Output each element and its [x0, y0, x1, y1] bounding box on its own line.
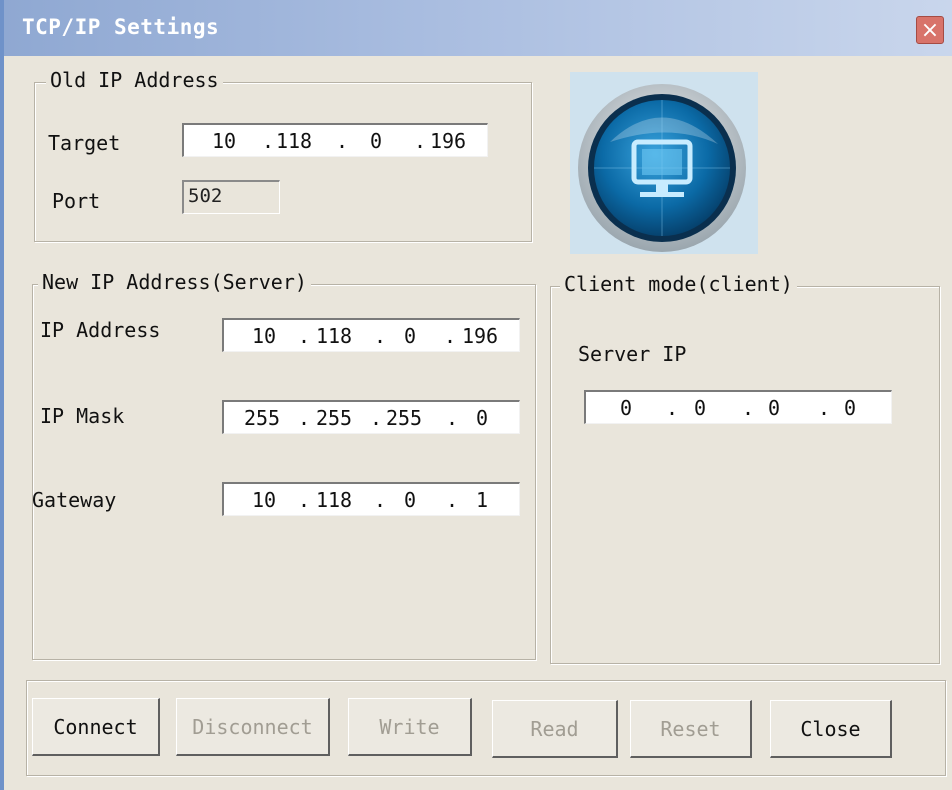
ip-separator: . [446, 406, 459, 430]
ip-mask-field[interactable]: 255 . 255 . 255 . 0 [222, 400, 520, 434]
network-monitor-icon [570, 72, 758, 254]
ip-separator: . [298, 324, 311, 348]
ip-octet: 10 [251, 488, 277, 512]
ip-octet: 0 [369, 129, 383, 153]
ip-octet: 0 [475, 406, 489, 430]
close-button[interactable]: Close [770, 700, 892, 758]
ip-separator: . [374, 488, 387, 512]
old-ip-group [34, 82, 532, 242]
ip-separator: . [374, 324, 387, 348]
tcpip-settings-dialog: TCP/IP Settings × Old IP Address Target … [0, 0, 952, 790]
ip-separator: . [336, 129, 349, 153]
disconnect-button[interactable]: Disconnect [176, 698, 330, 756]
port-field: 502 [182, 180, 280, 214]
client-mode-legend: Client mode(client) [560, 272, 797, 296]
ip-octet: 118 [275, 129, 313, 153]
port-label: Port [52, 189, 101, 213]
write-button[interactable]: Write [348, 698, 472, 756]
reset-button[interactable]: Reset [630, 700, 752, 758]
ip-mask-label: IP Mask [40, 404, 125, 428]
ip-separator: . [444, 324, 457, 348]
title-bar[interactable]: TCP/IP Settings × [4, 0, 952, 56]
ip-separator: . [446, 488, 459, 512]
ip-octet: 0 [843, 396, 857, 420]
new-ip-legend: New IP Address(Server) [38, 270, 311, 294]
ip-octet: 196 [461, 324, 499, 348]
ip-separator: . [298, 488, 311, 512]
ip-octet: 255 [385, 406, 423, 430]
ip-octet: 255 [243, 406, 281, 430]
target-ip-field[interactable]: 10 . 118 . 0 . 196 [182, 123, 488, 157]
ip-octet: 1 [475, 488, 489, 512]
window-title: TCP/IP Settings [22, 15, 220, 39]
close-icon[interactable]: × [916, 16, 944, 44]
ip-octet: 118 [315, 324, 353, 348]
server-ip-field[interactable]: 0 . 0 . 0 . 0 [584, 390, 892, 424]
server-ip-label: Server IP [578, 342, 687, 366]
ip-octet: 0 [619, 396, 633, 420]
gateway-label: Gateway [32, 488, 117, 512]
target-label: Target [48, 131, 121, 155]
ip-octet: 0 [693, 396, 707, 420]
old-ip-legend: Old IP Address [46, 68, 223, 92]
ip-octet: 118 [315, 488, 353, 512]
ip-octet: 196 [429, 129, 467, 153]
ip-address-label: IP Address [40, 318, 161, 342]
ip-octet: 0 [403, 488, 417, 512]
new-ip-address-field[interactable]: 10 . 118 . 0 . 196 [222, 318, 520, 352]
ip-octet: 0 [403, 324, 417, 348]
ip-separator: . [742, 396, 755, 420]
ip-octet: 255 [315, 406, 353, 430]
ip-separator: . [818, 396, 831, 420]
connect-button[interactable]: Connect [32, 698, 160, 756]
ip-octet: 10 [251, 324, 277, 348]
ip-octet: 0 [767, 396, 781, 420]
ip-separator: . [666, 396, 679, 420]
read-button[interactable]: Read [492, 700, 618, 758]
ip-octet: 10 [211, 129, 237, 153]
gateway-field[interactable]: 10 . 118 . 0 . 1 [222, 482, 520, 516]
ip-separator: . [298, 406, 311, 430]
